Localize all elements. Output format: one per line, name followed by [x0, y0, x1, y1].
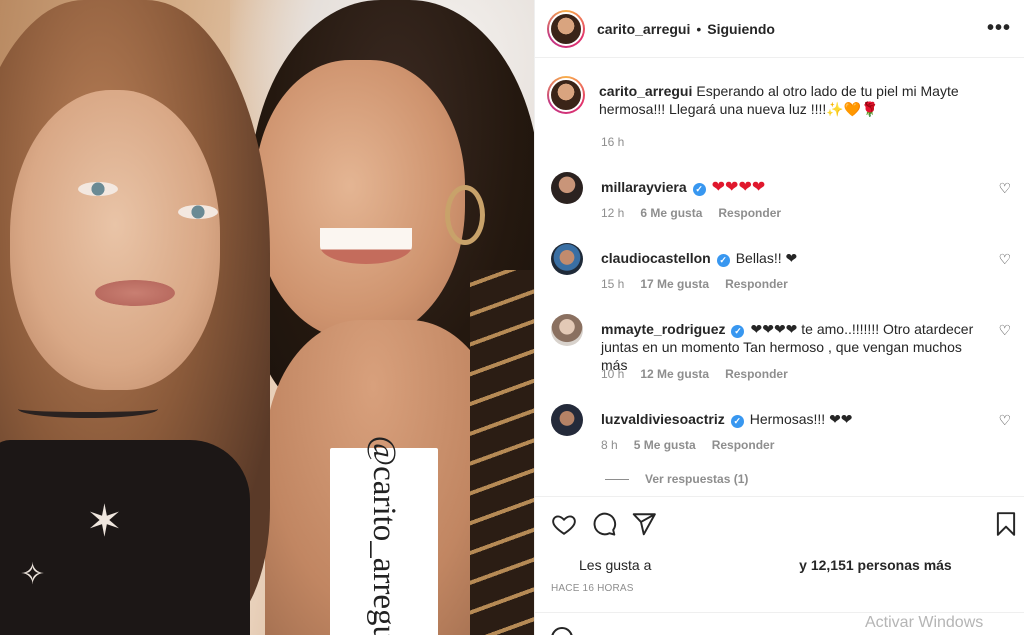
view-replies-label: Ver respuestas (1): [645, 472, 749, 486]
star-icon: ✧: [20, 558, 46, 591]
photo-top-right: [470, 270, 534, 635]
reply-button[interactable]: Responder: [725, 277, 788, 291]
comment-username[interactable]: claudiocastellon: [601, 250, 711, 266]
replies-divider: [605, 478, 629, 480]
comment-avatar[interactable]: [551, 243, 583, 275]
likes-summary: Les gusta a y 12,151 personas más: [579, 557, 952, 573]
photo-eye: [178, 205, 218, 219]
header-username[interactable]: carito_arregui: [597, 21, 690, 37]
reply-button[interactable]: Responder: [718, 206, 781, 220]
avatar[interactable]: [547, 9, 585, 48]
action-bar: [535, 496, 1024, 556]
comment-likes[interactable]: 12 Me gusta: [640, 367, 709, 381]
comment-likes[interactable]: 17 Me gusta: [640, 277, 709, 291]
follow-status-button[interactable]: Siguiendo: [707, 21, 775, 37]
heart-outline-icon[interactable]: ♡: [998, 180, 1011, 197]
comment-time[interactable]: 8 h: [601, 438, 618, 452]
post-side-panel: carito_arregui • Siguiendo ••• carito_ar…: [534, 0, 1024, 635]
reply-button[interactable]: Responder: [712, 438, 775, 452]
photo-earring: [445, 185, 485, 245]
post-timestamp[interactable]: HACE 16 HORAS: [551, 583, 634, 594]
verified-badge-icon: ✓: [692, 183, 706, 196]
heart-outline-icon[interactable]: ♡: [998, 412, 1011, 429]
heart-outline-icon[interactable]: ♡: [998, 322, 1011, 339]
comment-time[interactable]: 12 h: [601, 206, 624, 220]
comment-text: Bellas!! ❤: [735, 250, 798, 266]
photo-lips: [95, 280, 175, 306]
comment-username[interactable]: millarayviera: [601, 179, 687, 195]
post-header: carito_arregui • Siguiendo •••: [535, 0, 1024, 58]
comment-time[interactable]: 10 h: [601, 367, 624, 381]
header-separator: •: [696, 20, 702, 37]
photo-smile: [320, 228, 412, 264]
caption-avatar[interactable]: [547, 76, 585, 114]
photo-user-tag-text: @carito_arregui: [366, 435, 403, 635]
photo-user-tag[interactable]: @carito_arregui: [330, 435, 438, 635]
photo-face-right: [255, 60, 465, 340]
comment-meta: 8 h 5 Me gusta Responder: [601, 438, 790, 452]
liker-username[interactable]: [655, 558, 796, 570]
post-photo[interactable]: ✶ ✧ @carito_arregui: [0, 0, 534, 635]
comment-time[interactable]: 15 h: [601, 277, 624, 291]
emoji-icon[interactable]: [551, 627, 573, 635]
more-options-icon[interactable]: •••: [987, 18, 1011, 38]
heart-outline-icon[interactable]: ♡: [998, 251, 1011, 268]
verified-badge-icon: ✓: [716, 254, 730, 267]
star-icon: ✶: [86, 497, 123, 546]
bookmark-icon[interactable]: [993, 511, 1019, 537]
comment-text: ❤❤❤❤: [711, 179, 766, 196]
comment-username[interactable]: luzvaldiviesoactriz: [601, 411, 725, 427]
likes-count[interactable]: y 12,151 personas más: [799, 557, 952, 573]
comment-text: Hermosas!!! ❤❤: [749, 411, 853, 427]
comment-avatar[interactable]: [551, 172, 583, 204]
caption-username[interactable]: carito_arregui: [599, 83, 692, 99]
comment-icon[interactable]: [591, 511, 617, 537]
comment-meta: 12 h 6 Me gusta Responder: [601, 206, 797, 220]
comment-likes[interactable]: 5 Me gusta: [634, 438, 696, 452]
post-caption: carito_arregui Esperando al otro lado de …: [547, 76, 1009, 118]
reply-button[interactable]: Responder: [725, 367, 788, 381]
likes-prefix: Les gusta a: [579, 557, 652, 573]
comment-meta: 10 h 12 Me gusta Responder: [601, 367, 804, 381]
comment-meta: 15 h 17 Me gusta Responder: [601, 277, 804, 291]
photo-top-left: [0, 440, 250, 635]
share-icon[interactable]: [631, 511, 657, 537]
photo-eye: [78, 182, 118, 196]
comment-username[interactable]: mmayte_rodriguez: [601, 321, 725, 337]
comment-likes[interactable]: 6 Me gusta: [640, 206, 702, 220]
verified-badge-icon: ✓: [730, 415, 744, 428]
comment-avatar[interactable]: [551, 404, 583, 436]
verified-badge-icon: ✓: [731, 325, 745, 338]
comment-avatar[interactable]: [551, 314, 583, 346]
heart-icon[interactable]: [551, 511, 577, 537]
view-replies-button[interactable]: Ver respuestas (1): [605, 472, 748, 486]
caption-time[interactable]: 16 h: [601, 135, 624, 149]
windows-activation-watermark: Activar Windows: [865, 614, 984, 631]
photo-face-left: [10, 90, 220, 390]
photo-choker: [18, 400, 158, 418]
